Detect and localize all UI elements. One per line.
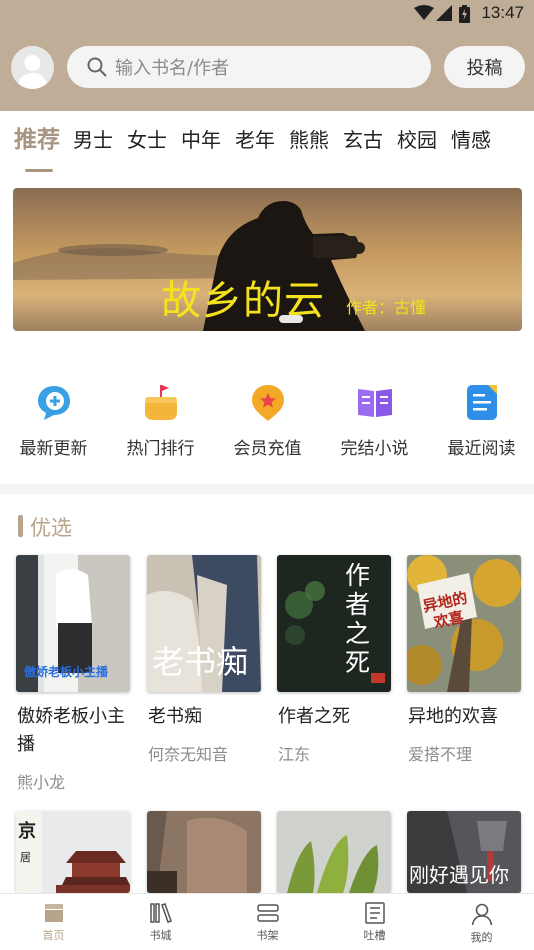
nav-bookshelf[interactable]: 书架 (214, 902, 321, 943)
person-icon (471, 903, 492, 926)
nav-label: 首页 (42, 929, 65, 942)
bookshelf-icon (256, 904, 279, 922)
tab-romance[interactable]: 情感 (451, 124, 491, 158)
cover-title: 作者之死 (345, 561, 371, 677)
note-icon (364, 902, 385, 924)
tab-women[interactable]: 女士 (127, 124, 167, 158)
nav-bookstore[interactable]: 书城 (107, 902, 214, 943)
book-title: 傲娇老板小主播 (17, 706, 125, 755)
nav-label: 吐槽 (363, 929, 386, 942)
user-icon (17, 55, 48, 89)
section-title: 优选 (30, 516, 72, 540)
tab-men[interactable]: 男士 (73, 124, 113, 158)
tab-campus[interactable]: 校园 (397, 124, 437, 158)
quick-completed-novels[interactable]: 完结小说 (321, 378, 428, 459)
book-cover: 异地的欢喜 (407, 555, 521, 692)
search-placeholder: 输入书名/作者 (115, 58, 230, 79)
document-icon (466, 385, 497, 420)
cover-title: 京 (18, 821, 36, 842)
tab-bears[interactable]: 熊熊 (289, 124, 329, 158)
book-cover: 刚好遇见你 (407, 811, 521, 893)
cover-title: 傲娇老板小主播 (24, 665, 109, 679)
chat-plus-icon (37, 386, 70, 420)
book-cover: 京 居 (16, 811, 130, 893)
signal-icon (436, 5, 452, 21)
tab-recommend[interactable]: 推荐 (14, 124, 60, 158)
tab-elderly[interactable]: 老年 (235, 124, 275, 158)
open-book-icon (357, 389, 392, 417)
book-cover: 傲娇老板小主播 (16, 555, 130, 692)
status-time: 13:47 (481, 3, 524, 22)
home-book-icon (44, 904, 63, 922)
banner-author: 作者：古懂 (346, 298, 427, 317)
search-icon (87, 57, 107, 77)
cover-title: 刚好遇见你 (409, 863, 509, 887)
book-author: 爱搭不理 (408, 745, 473, 764)
quick-latest-updates[interactable]: 最新更新 (0, 378, 107, 459)
contribute-button[interactable]: 投稿 (444, 46, 525, 88)
quick-links: 最新更新 热门排行 会员充值 完结小说 最近阅读 (0, 378, 534, 468)
banner-carousel[interactable]: 故乡的云 作者：古懂 (13, 188, 522, 331)
quick-recent-reading[interactable]: 最近阅读 (428, 378, 534, 459)
section-marker (18, 515, 23, 537)
avatar[interactable] (11, 46, 54, 89)
bottom-navigation: 首页 书城 书架 吐槽 我的 (0, 893, 534, 950)
book-title: 作者之死 (278, 706, 350, 727)
cover-subtitle: 居 (20, 851, 31, 864)
carousel-indicator (279, 315, 303, 323)
cover-title: 老书痴 (152, 643, 249, 681)
nav-label: 书城 (149, 929, 172, 942)
search-input[interactable]: 输入书名/作者 (67, 46, 431, 88)
battery-icon (459, 5, 470, 23)
book-title: 老书痴 (148, 706, 202, 727)
book-author: 何奈无知音 (148, 745, 229, 764)
quick-hot-ranking[interactable]: 热门排行 (107, 378, 214, 459)
active-tab-indicator (25, 169, 53, 172)
section-divider (0, 484, 534, 494)
nav-profile[interactable]: 我的 (428, 902, 534, 945)
books-icon (149, 903, 172, 923)
book-title: 异地的欢喜 (408, 706, 498, 727)
nav-home[interactable]: 首页 (0, 902, 107, 943)
wifi-icon (414, 5, 434, 20)
quick-label: 最近阅读 (447, 439, 516, 459)
book-cover: 作者之死 (277, 555, 391, 692)
category-tabs: 推荐 男士 女士 中年 老年 熊熊 玄古 校园 情感 (14, 124, 534, 158)
star-badge-icon (251, 385, 284, 421)
book-author: 江东 (278, 745, 311, 764)
book-author: 熊小龙 (17, 773, 66, 792)
status-bar: 13:47 (0, 0, 534, 28)
quick-membership-topup[interactable]: 会员充值 (214, 378, 321, 459)
top-header: 13:47 输入书名/作者 投稿 (0, 0, 534, 111)
book-cover (277, 811, 391, 893)
nav-label: 书架 (256, 929, 279, 942)
tab-ancient[interactable]: 玄古 (343, 124, 383, 158)
quick-label: 热门排行 (126, 439, 195, 459)
quick-label: 会员充值 (233, 439, 302, 459)
book-cover (147, 811, 261, 893)
quick-label: 最新更新 (19, 439, 88, 459)
book-cover: 老书痴 (147, 555, 261, 692)
bag-flag-icon (144, 385, 177, 420)
tab-middle-age[interactable]: 中年 (181, 124, 221, 158)
nav-label: 我的 (470, 931, 493, 944)
quick-label: 完结小说 (340, 439, 409, 459)
nav-comments[interactable]: 吐槽 (321, 902, 428, 943)
